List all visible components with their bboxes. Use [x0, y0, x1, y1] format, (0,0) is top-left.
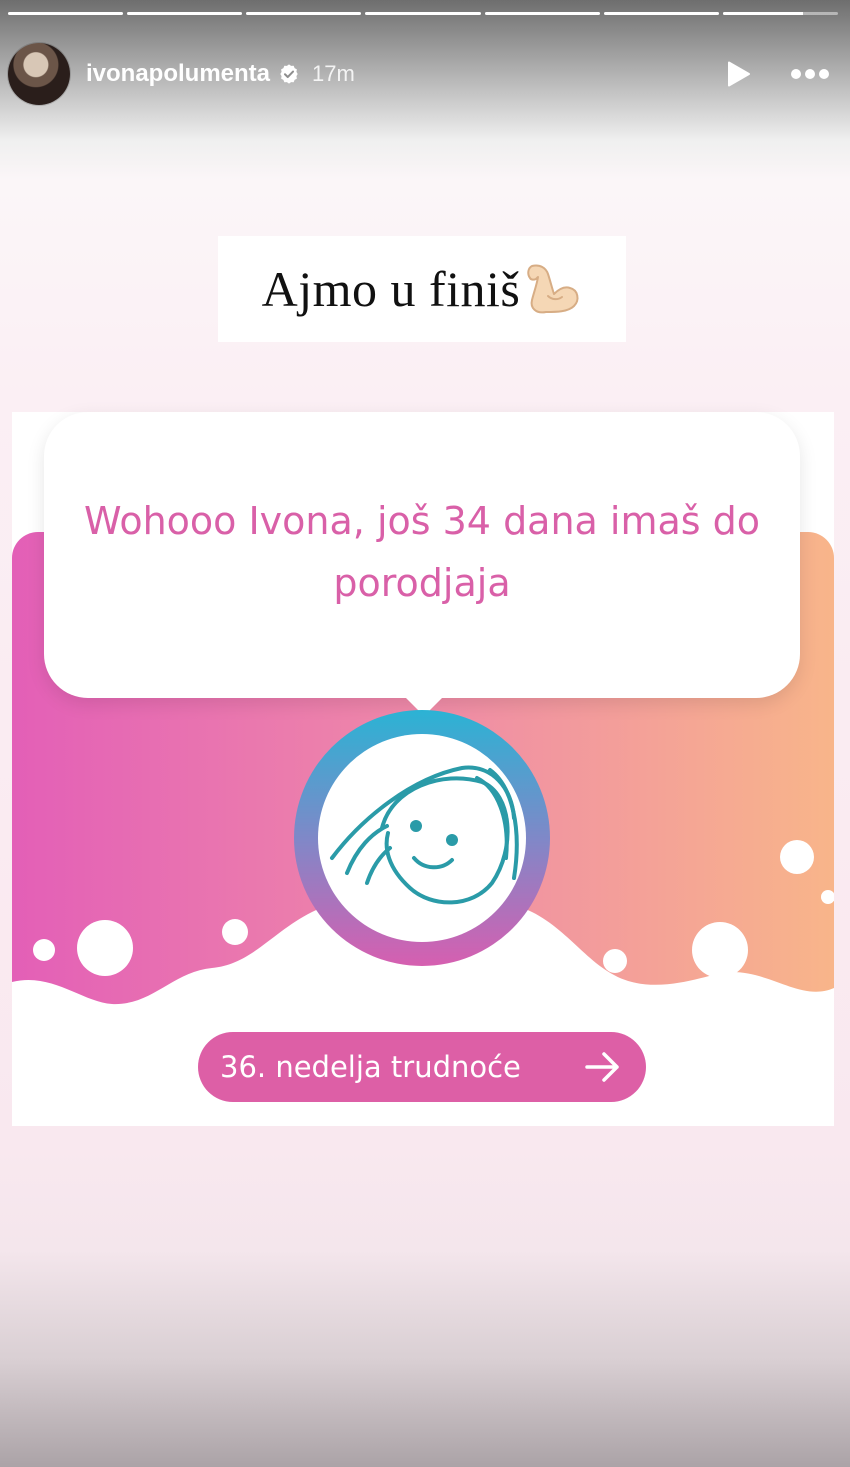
progress-segment — [127, 12, 243, 15]
baby-face-icon — [294, 710, 550, 966]
progress-fill — [722, 12, 804, 15]
story-header: ivonapolumenta 17m — [8, 42, 830, 106]
username[interactable]: ivonapolumenta — [86, 60, 270, 88]
post-time: 17m — [312, 61, 355, 86]
progress-segment — [603, 12, 719, 15]
bubble-text: Wohooo Ivona, još 34 dana imaš do porodj… — [83, 499, 761, 605]
caption-text: Ajmo u finiš — [261, 261, 521, 317]
more-options-icon[interactable] — [790, 67, 830, 81]
progress-segment — [365, 12, 481, 15]
progress-fill — [127, 12, 243, 15]
play-icon[interactable] — [722, 58, 754, 90]
progress-fill — [484, 12, 600, 15]
arrow-right-icon — [585, 1052, 619, 1082]
progress-segment — [8, 12, 124, 15]
flexed-biceps-icon — [527, 264, 579, 314]
progress-fill — [8, 12, 124, 15]
progress-fill — [365, 12, 481, 15]
message-bubble: Wohooo Ivona, još 34 dana imaš do porodj… — [44, 412, 800, 716]
progress-fill — [603, 12, 719, 15]
progress-segment — [246, 12, 362, 15]
verified-badge-icon — [280, 64, 298, 84]
pregnancy-week-button[interactable]: 36. nedelja trudnoće — [198, 1032, 646, 1102]
progress-fill — [246, 12, 362, 15]
story-progress — [8, 12, 838, 16]
avatar[interactable] — [8, 43, 70, 105]
progress-segment — [722, 12, 838, 15]
story-caption: Ajmo u finiš — [218, 236, 626, 342]
week-button-label: 36. nedelja trudnoće — [220, 1050, 521, 1084]
progress-segment — [484, 12, 600, 15]
story-viewer: ivonapolumenta 17m Ajmo u finiš Wohooo I… — [0, 0, 850, 1467]
